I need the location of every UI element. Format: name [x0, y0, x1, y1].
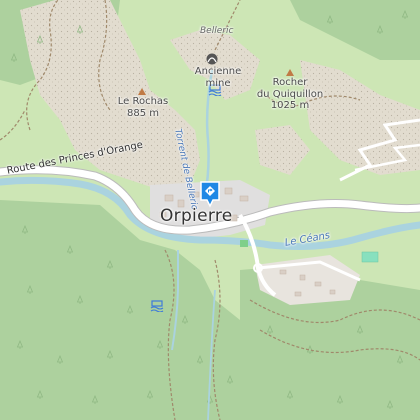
peak-quiquillon-line1: Rocher	[272, 77, 308, 88]
peak-quiquillon-elevation: 1025 m	[270, 100, 310, 111]
peak-label-quiquillon: Rocher du Quiquillon 1025 m	[248, 77, 332, 112]
town-label-orpierre: Orpierre	[160, 206, 233, 226]
mine-label-line2: mine	[205, 77, 231, 89]
peak-rochas-elevation: 885 m	[126, 107, 159, 119]
peak-quiquillon-line2: du Quiquillon	[256, 88, 324, 100]
map[interactable]: Belleric Ancienne mine Le Rochas 885 m R…	[0, 0, 420, 420]
peak-label-rochas: Le Rochas 885 m	[108, 96, 178, 119]
pool-area	[361, 251, 379, 263]
locality-label-belleric: Belleric	[200, 26, 234, 36]
mine-label-line1: Ancienne	[194, 66, 242, 77]
location-marker-icon[interactable]	[198, 180, 222, 208]
peak-icon	[138, 88, 146, 95]
peak-icon	[286, 69, 294, 76]
mine-icon	[206, 53, 218, 65]
sports-area	[240, 240, 248, 247]
peak-rochas-name: Le Rochas	[117, 96, 169, 107]
water-spring-icon	[150, 300, 164, 312]
mine-label: Ancienne mine	[190, 66, 246, 89]
